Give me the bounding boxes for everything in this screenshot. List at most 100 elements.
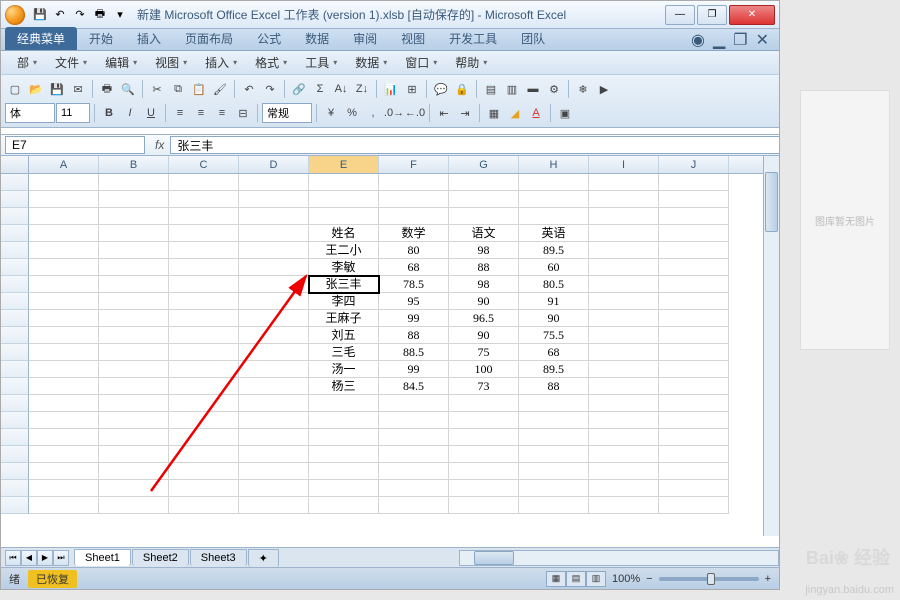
- undo-icon[interactable]: ↶: [51, 6, 69, 24]
- cell[interactable]: [29, 395, 99, 412]
- cell[interactable]: [589, 293, 659, 310]
- row-header[interactable]: [1, 293, 29, 310]
- cell[interactable]: [589, 463, 659, 480]
- cell[interactable]: [239, 395, 309, 412]
- tab-developer[interactable]: 开发工具: [437, 27, 509, 50]
- cell[interactable]: [169, 242, 239, 259]
- cell[interactable]: [449, 463, 519, 480]
- cell[interactable]: 姓名: [309, 225, 379, 242]
- cell[interactable]: [239, 463, 309, 480]
- cell[interactable]: [589, 446, 659, 463]
- comment-icon[interactable]: 💬: [431, 79, 451, 99]
- cell[interactable]: [589, 208, 659, 225]
- cell[interactable]: [239, 276, 309, 293]
- hyperlink-icon[interactable]: 🔗: [289, 79, 309, 99]
- help-icon[interactable]: ◉: [691, 30, 705, 50]
- print-icon[interactable]: 🖶: [97, 79, 117, 99]
- undo-icon[interactable]: ↶: [239, 79, 259, 99]
- tab-classic-menu[interactable]: 经典菜单: [5, 27, 77, 50]
- tab-review[interactable]: 审阅: [341, 27, 389, 50]
- cell[interactable]: 100: [449, 361, 519, 378]
- cell[interactable]: [449, 446, 519, 463]
- menu-format[interactable]: 格式: [247, 52, 295, 73]
- cell[interactable]: [99, 344, 169, 361]
- cell[interactable]: [29, 208, 99, 225]
- menu-help[interactable]: 帮助: [447, 52, 495, 73]
- col-E[interactable]: E: [309, 156, 379, 173]
- row-header[interactable]: [1, 395, 29, 412]
- close-button[interactable]: ✕: [729, 5, 775, 25]
- cell[interactable]: 李敏: [309, 259, 379, 276]
- preview-icon[interactable]: 🔍: [118, 79, 138, 99]
- cell[interactable]: [99, 497, 169, 514]
- chart-icon[interactable]: 📊: [381, 79, 401, 99]
- row-header[interactable]: [1, 310, 29, 327]
- cell[interactable]: 刘五: [309, 327, 379, 344]
- cell[interactable]: 68: [519, 344, 589, 361]
- currency-icon[interactable]: ¥: [321, 103, 341, 123]
- cell[interactable]: [29, 293, 99, 310]
- decrease-indent-icon[interactable]: ⇤: [434, 103, 454, 123]
- cell[interactable]: [239, 208, 309, 225]
- page-break-view-icon[interactable]: ▥: [586, 571, 606, 587]
- select-all-corner[interactable]: [1, 156, 29, 173]
- cell[interactable]: [589, 395, 659, 412]
- cell[interactable]: [239, 378, 309, 395]
- font-size-select[interactable]: 11: [56, 103, 90, 123]
- cell[interactable]: [659, 463, 729, 480]
- cell[interactable]: [519, 497, 589, 514]
- cell[interactable]: [29, 276, 99, 293]
- cell[interactable]: 99: [379, 361, 449, 378]
- cell[interactable]: [589, 310, 659, 327]
- cell[interactable]: [309, 446, 379, 463]
- open-icon[interactable]: 📂: [26, 79, 46, 99]
- cell[interactable]: 88: [449, 259, 519, 276]
- cell[interactable]: [309, 395, 379, 412]
- align-center-icon[interactable]: ≡: [191, 103, 211, 123]
- save-icon[interactable]: 💾: [47, 79, 67, 99]
- cell[interactable]: [99, 429, 169, 446]
- cell[interactable]: [99, 378, 169, 395]
- cell[interactable]: [589, 344, 659, 361]
- mail-icon[interactable]: ✉: [68, 79, 88, 99]
- cell[interactable]: [659, 361, 729, 378]
- cell[interactable]: [379, 208, 449, 225]
- horizontal-scrollbar[interactable]: [459, 550, 779, 566]
- normal-view-icon[interactable]: ▦: [546, 571, 566, 587]
- menu-view[interactable]: 视图: [147, 52, 195, 73]
- cell[interactable]: [449, 174, 519, 191]
- cell[interactable]: [519, 463, 589, 480]
- align-right-icon[interactable]: ≡: [212, 103, 232, 123]
- new-icon[interactable]: ▢: [5, 79, 25, 99]
- freeze-icon[interactable]: ❄: [573, 79, 593, 99]
- cell[interactable]: [99, 310, 169, 327]
- cell[interactable]: [659, 497, 729, 514]
- cell[interactable]: [309, 463, 379, 480]
- cell[interactable]: [169, 480, 239, 497]
- cell[interactable]: [659, 174, 729, 191]
- row-header[interactable]: [1, 412, 29, 429]
- col-D[interactable]: D: [239, 156, 309, 173]
- cell[interactable]: 91: [519, 293, 589, 310]
- tab-page-layout[interactable]: 页面布局: [173, 27, 245, 50]
- cell[interactable]: 90: [519, 310, 589, 327]
- sort-asc-icon[interactable]: A↓: [331, 79, 351, 99]
- cell[interactable]: [169, 276, 239, 293]
- cell[interactable]: [659, 480, 729, 497]
- cell[interactable]: [589, 276, 659, 293]
- cell[interactable]: [99, 395, 169, 412]
- cell[interactable]: [99, 259, 169, 276]
- cell[interactable]: [379, 429, 449, 446]
- cell[interactable]: [99, 242, 169, 259]
- copy-icon[interactable]: ⧉: [168, 79, 188, 99]
- cell[interactable]: [379, 463, 449, 480]
- cell[interactable]: [309, 174, 379, 191]
- cell[interactable]: 88: [379, 327, 449, 344]
- row-header[interactable]: [1, 276, 29, 293]
- insert-cols-icon[interactable]: ▥: [502, 79, 522, 99]
- cell[interactable]: [659, 276, 729, 293]
- cell[interactable]: [169, 378, 239, 395]
- col-F[interactable]: F: [379, 156, 449, 173]
- cell[interactable]: [29, 361, 99, 378]
- menu-data[interactable]: 数据: [347, 52, 395, 73]
